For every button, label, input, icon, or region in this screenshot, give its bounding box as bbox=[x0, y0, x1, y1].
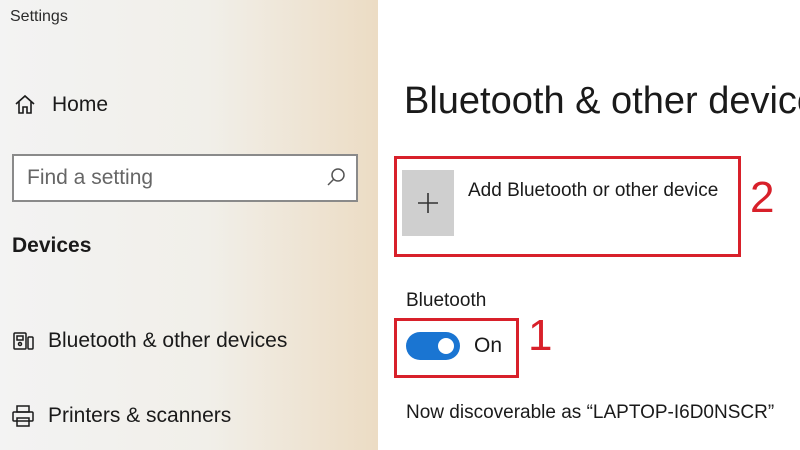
printer-icon bbox=[10, 403, 36, 429]
add-device-button[interactable]: Add Bluetooth or other device bbox=[402, 170, 732, 240]
bluetooth-toggle[interactable] bbox=[406, 332, 460, 360]
callout-number-1: 1 bbox=[528, 311, 553, 360]
home-icon bbox=[12, 92, 38, 118]
search-icon[interactable] bbox=[324, 166, 348, 190]
sidebar-item-label: Printers & scanners bbox=[48, 404, 232, 427]
sidebar-item-bluetooth[interactable]: Bluetooth & other devices bbox=[10, 321, 360, 361]
sidebar-item-label: Bluetooth & other devices bbox=[48, 329, 288, 352]
toggle-state-label: On bbox=[474, 334, 503, 357]
callout-number-2: 2 bbox=[750, 173, 775, 222]
bluetooth-devices-icon bbox=[10, 328, 36, 354]
toggle-knob bbox=[438, 338, 454, 354]
search-box bbox=[12, 154, 358, 202]
main-content: Bluetooth & other devices Add Bluetooth … bbox=[378, 0, 800, 450]
search-input[interactable] bbox=[27, 166, 324, 190]
sidebar-item-printers[interactable]: Printers & scanners bbox=[10, 396, 360, 436]
plus-icon bbox=[402, 170, 454, 236]
sidebar-item-home[interactable]: Home bbox=[12, 88, 352, 122]
bluetooth-toggle-row: On bbox=[406, 332, 502, 360]
page-title: Bluetooth & other devices bbox=[404, 80, 800, 122]
section-title-devices: Devices bbox=[12, 234, 92, 257]
bluetooth-section-label: Bluetooth bbox=[406, 290, 487, 311]
settings-window: Settings Home Devices bbox=[0, 0, 800, 450]
discoverable-text: Now discoverable as “LAPTOP-I6D0NSCR” bbox=[406, 402, 775, 423]
sidebar: Settings Home Devices bbox=[0, 0, 378, 450]
app-title: Settings bbox=[10, 8, 68, 25]
add-device-label: Add Bluetooth or other device bbox=[468, 180, 719, 201]
sidebar-item-label: Home bbox=[52, 93, 109, 116]
